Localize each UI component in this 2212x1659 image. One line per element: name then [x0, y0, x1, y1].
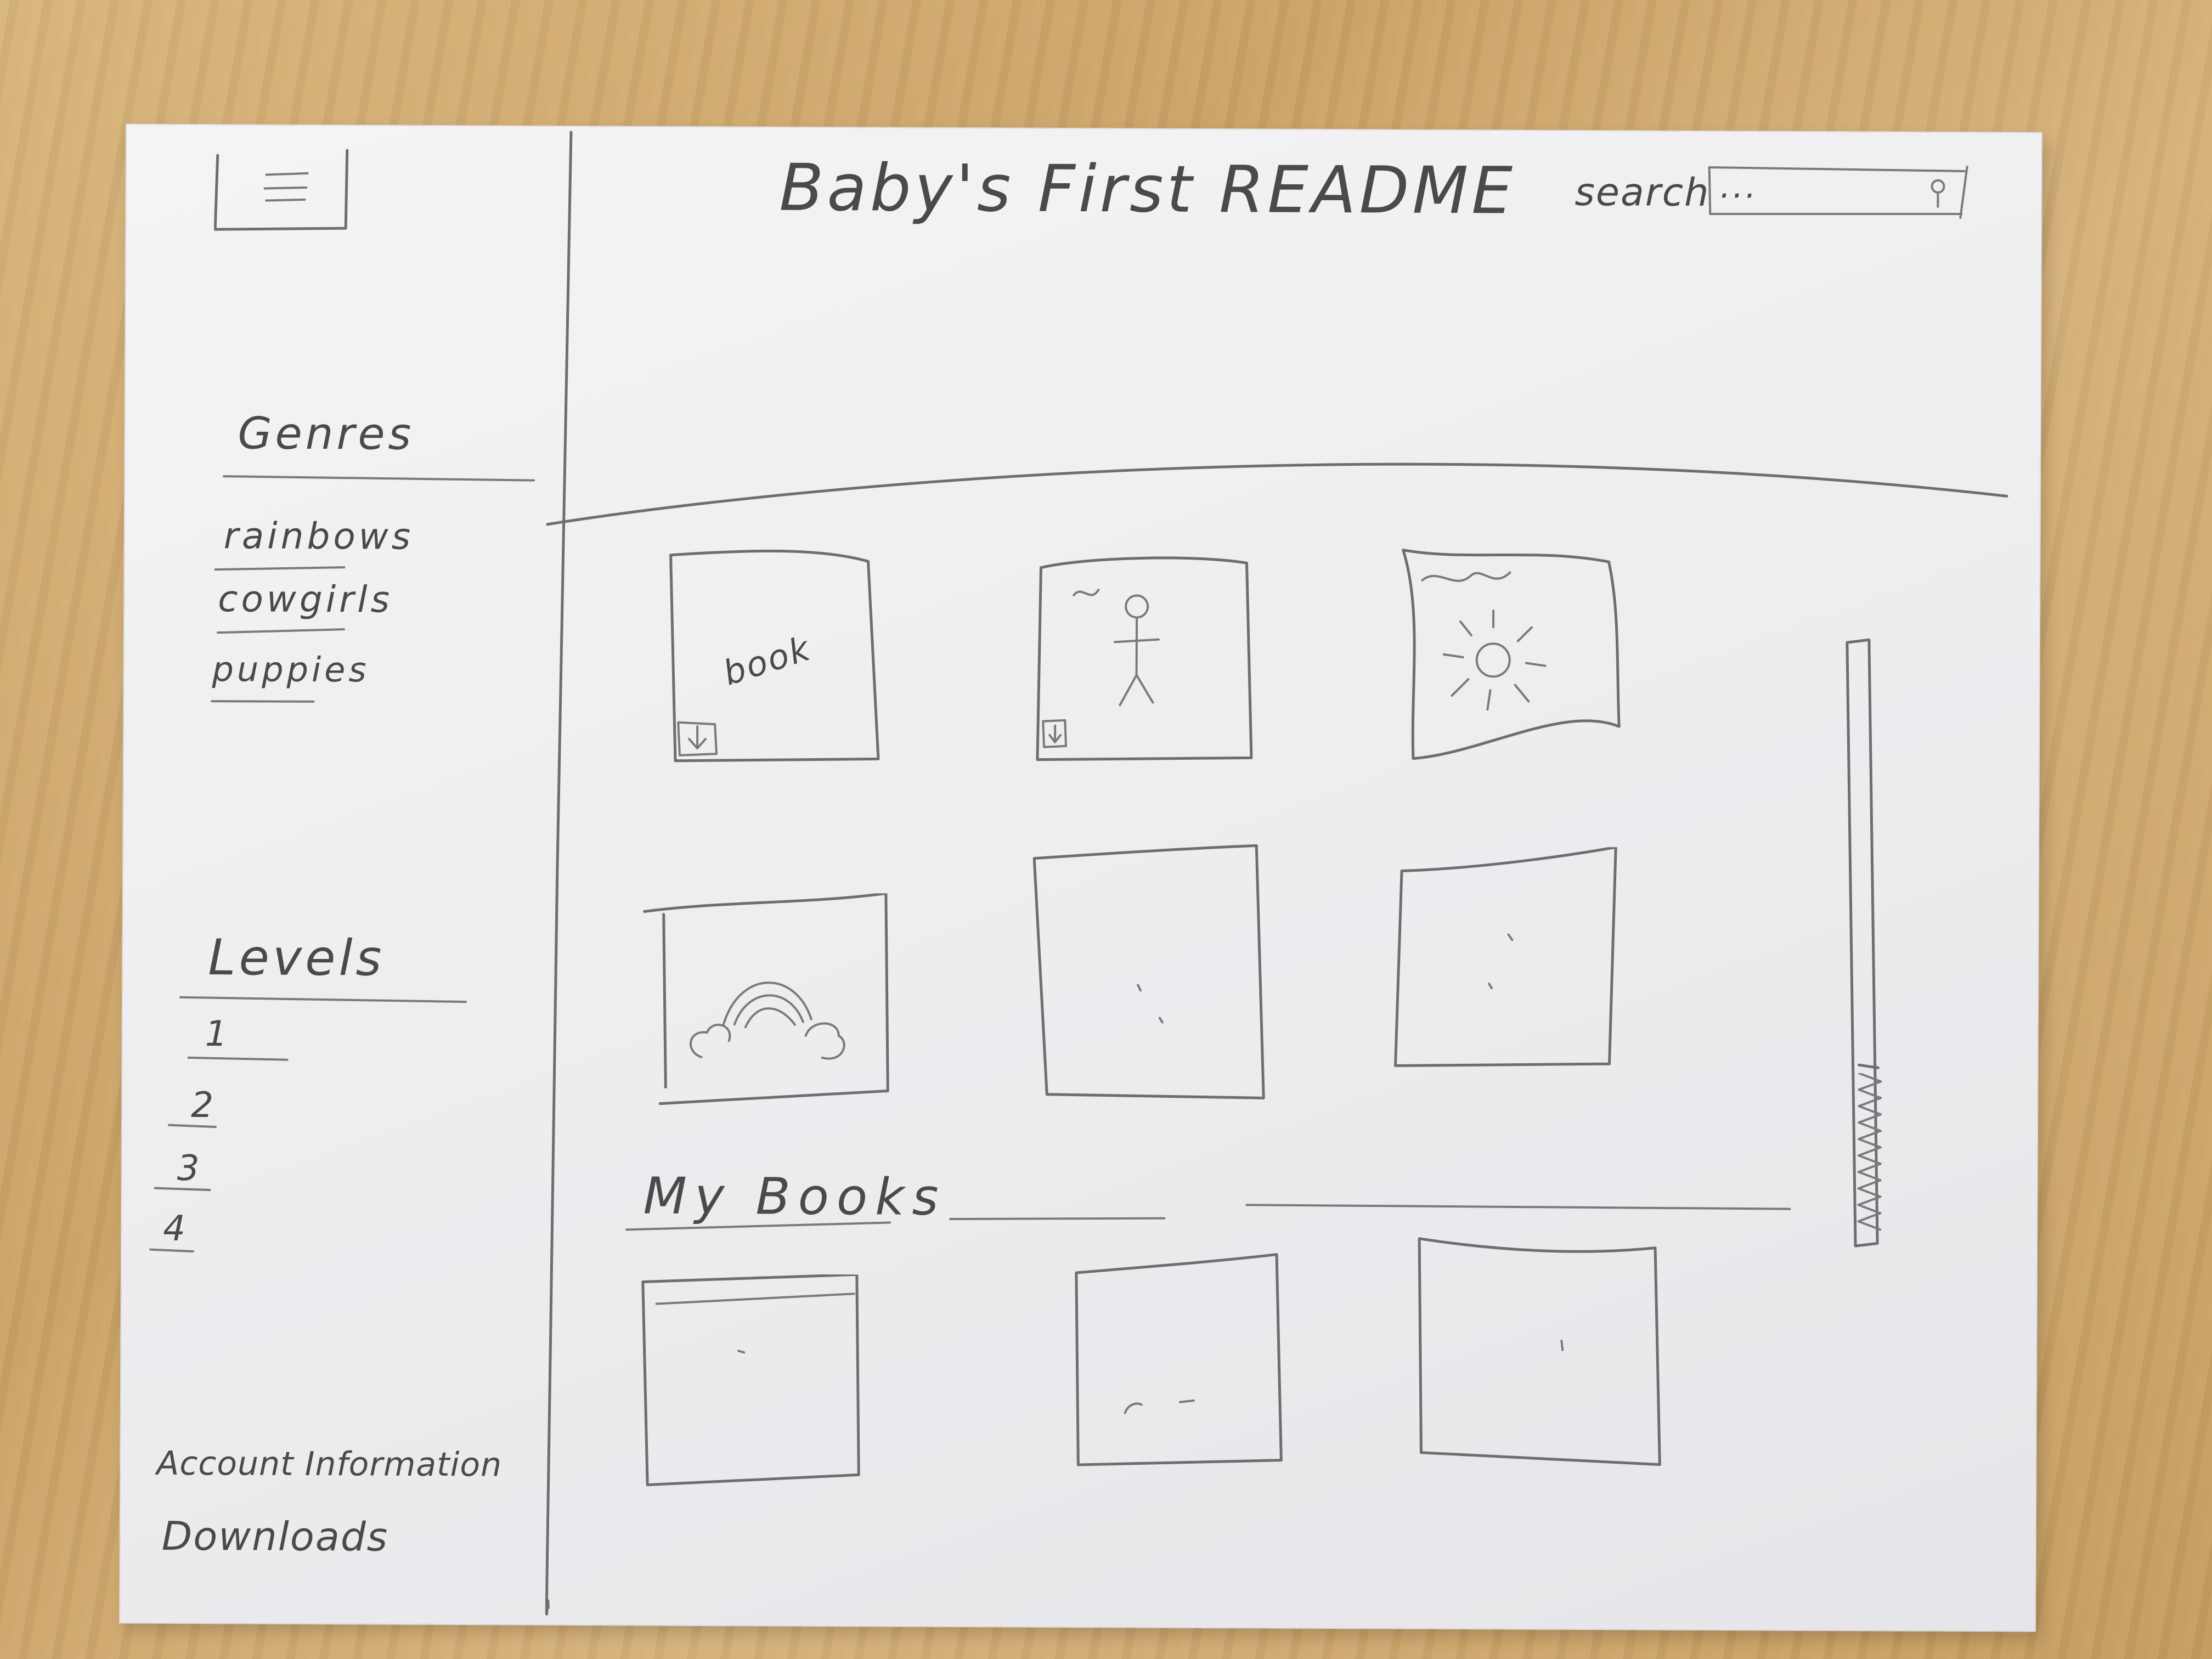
sketch-paper: Baby's First README search ... Genres ra… — [120, 125, 2041, 1631]
genres-heading: Genres — [238, 408, 415, 460]
menu-button[interactable] — [213, 139, 349, 233]
genre-item-cowgirls[interactable]: cowgirls — [218, 578, 393, 620]
genre-item-rainbows[interactable]: rainbows — [224, 515, 414, 558]
book-cover-sun — [1402, 549, 1621, 760]
book-cover-blank — [1394, 845, 1617, 1068]
book-card[interactable] — [1400, 545, 1626, 771]
genre-item-puppies[interactable]: puppies — [212, 649, 369, 690]
search-placeholder: ... — [1720, 167, 1758, 206]
account-information-link[interactable]: Account Information — [156, 1444, 502, 1485]
book-card[interactable] — [1032, 551, 1258, 766]
book-cover-blank — [1032, 844, 1265, 1099]
book-card[interactable] — [1028, 842, 1276, 1107]
scrollbar-thumb[interactable] — [1855, 1073, 1883, 1232]
scrollbar[interactable] — [1833, 634, 1897, 1249]
magnifier-icon[interactable] — [1926, 177, 1950, 210]
book-card[interactable] — [1390, 845, 1629, 1077]
level-item-3[interactable]: 3 — [177, 1148, 203, 1189]
search-input[interactable]: ... — [1703, 159, 1978, 221]
my-book-card[interactable] — [1410, 1233, 1674, 1470]
download-icon[interactable] — [675, 720, 719, 758]
level-item-1[interactable]: 1 — [205, 1014, 231, 1054]
book-cover-stick-figure — [1036, 556, 1253, 761]
hamburger-menu-icon — [213, 149, 349, 231]
book-card[interactable] — [641, 891, 891, 1110]
my-books-heading: My Books — [643, 1166, 946, 1227]
my-book-cover — [1418, 1237, 1661, 1466]
my-book-cover — [1075, 1253, 1283, 1466]
my-book-card[interactable] — [636, 1273, 873, 1494]
level-item-4[interactable]: 4 — [163, 1209, 189, 1249]
levels-heading: Levels — [208, 929, 385, 988]
book-card[interactable]: book — [664, 544, 885, 765]
downloads-link[interactable]: Downloads — [162, 1513, 389, 1560]
app-title: Baby's First README — [779, 149, 1516, 229]
book-cover-rainbow — [643, 891, 889, 1105]
my-book-card[interactable] — [1070, 1251, 1290, 1471]
search-label: search — [1575, 169, 1710, 215]
my-book-cover — [641, 1273, 860, 1487]
level-item-2[interactable]: 2 — [191, 1085, 217, 1126]
